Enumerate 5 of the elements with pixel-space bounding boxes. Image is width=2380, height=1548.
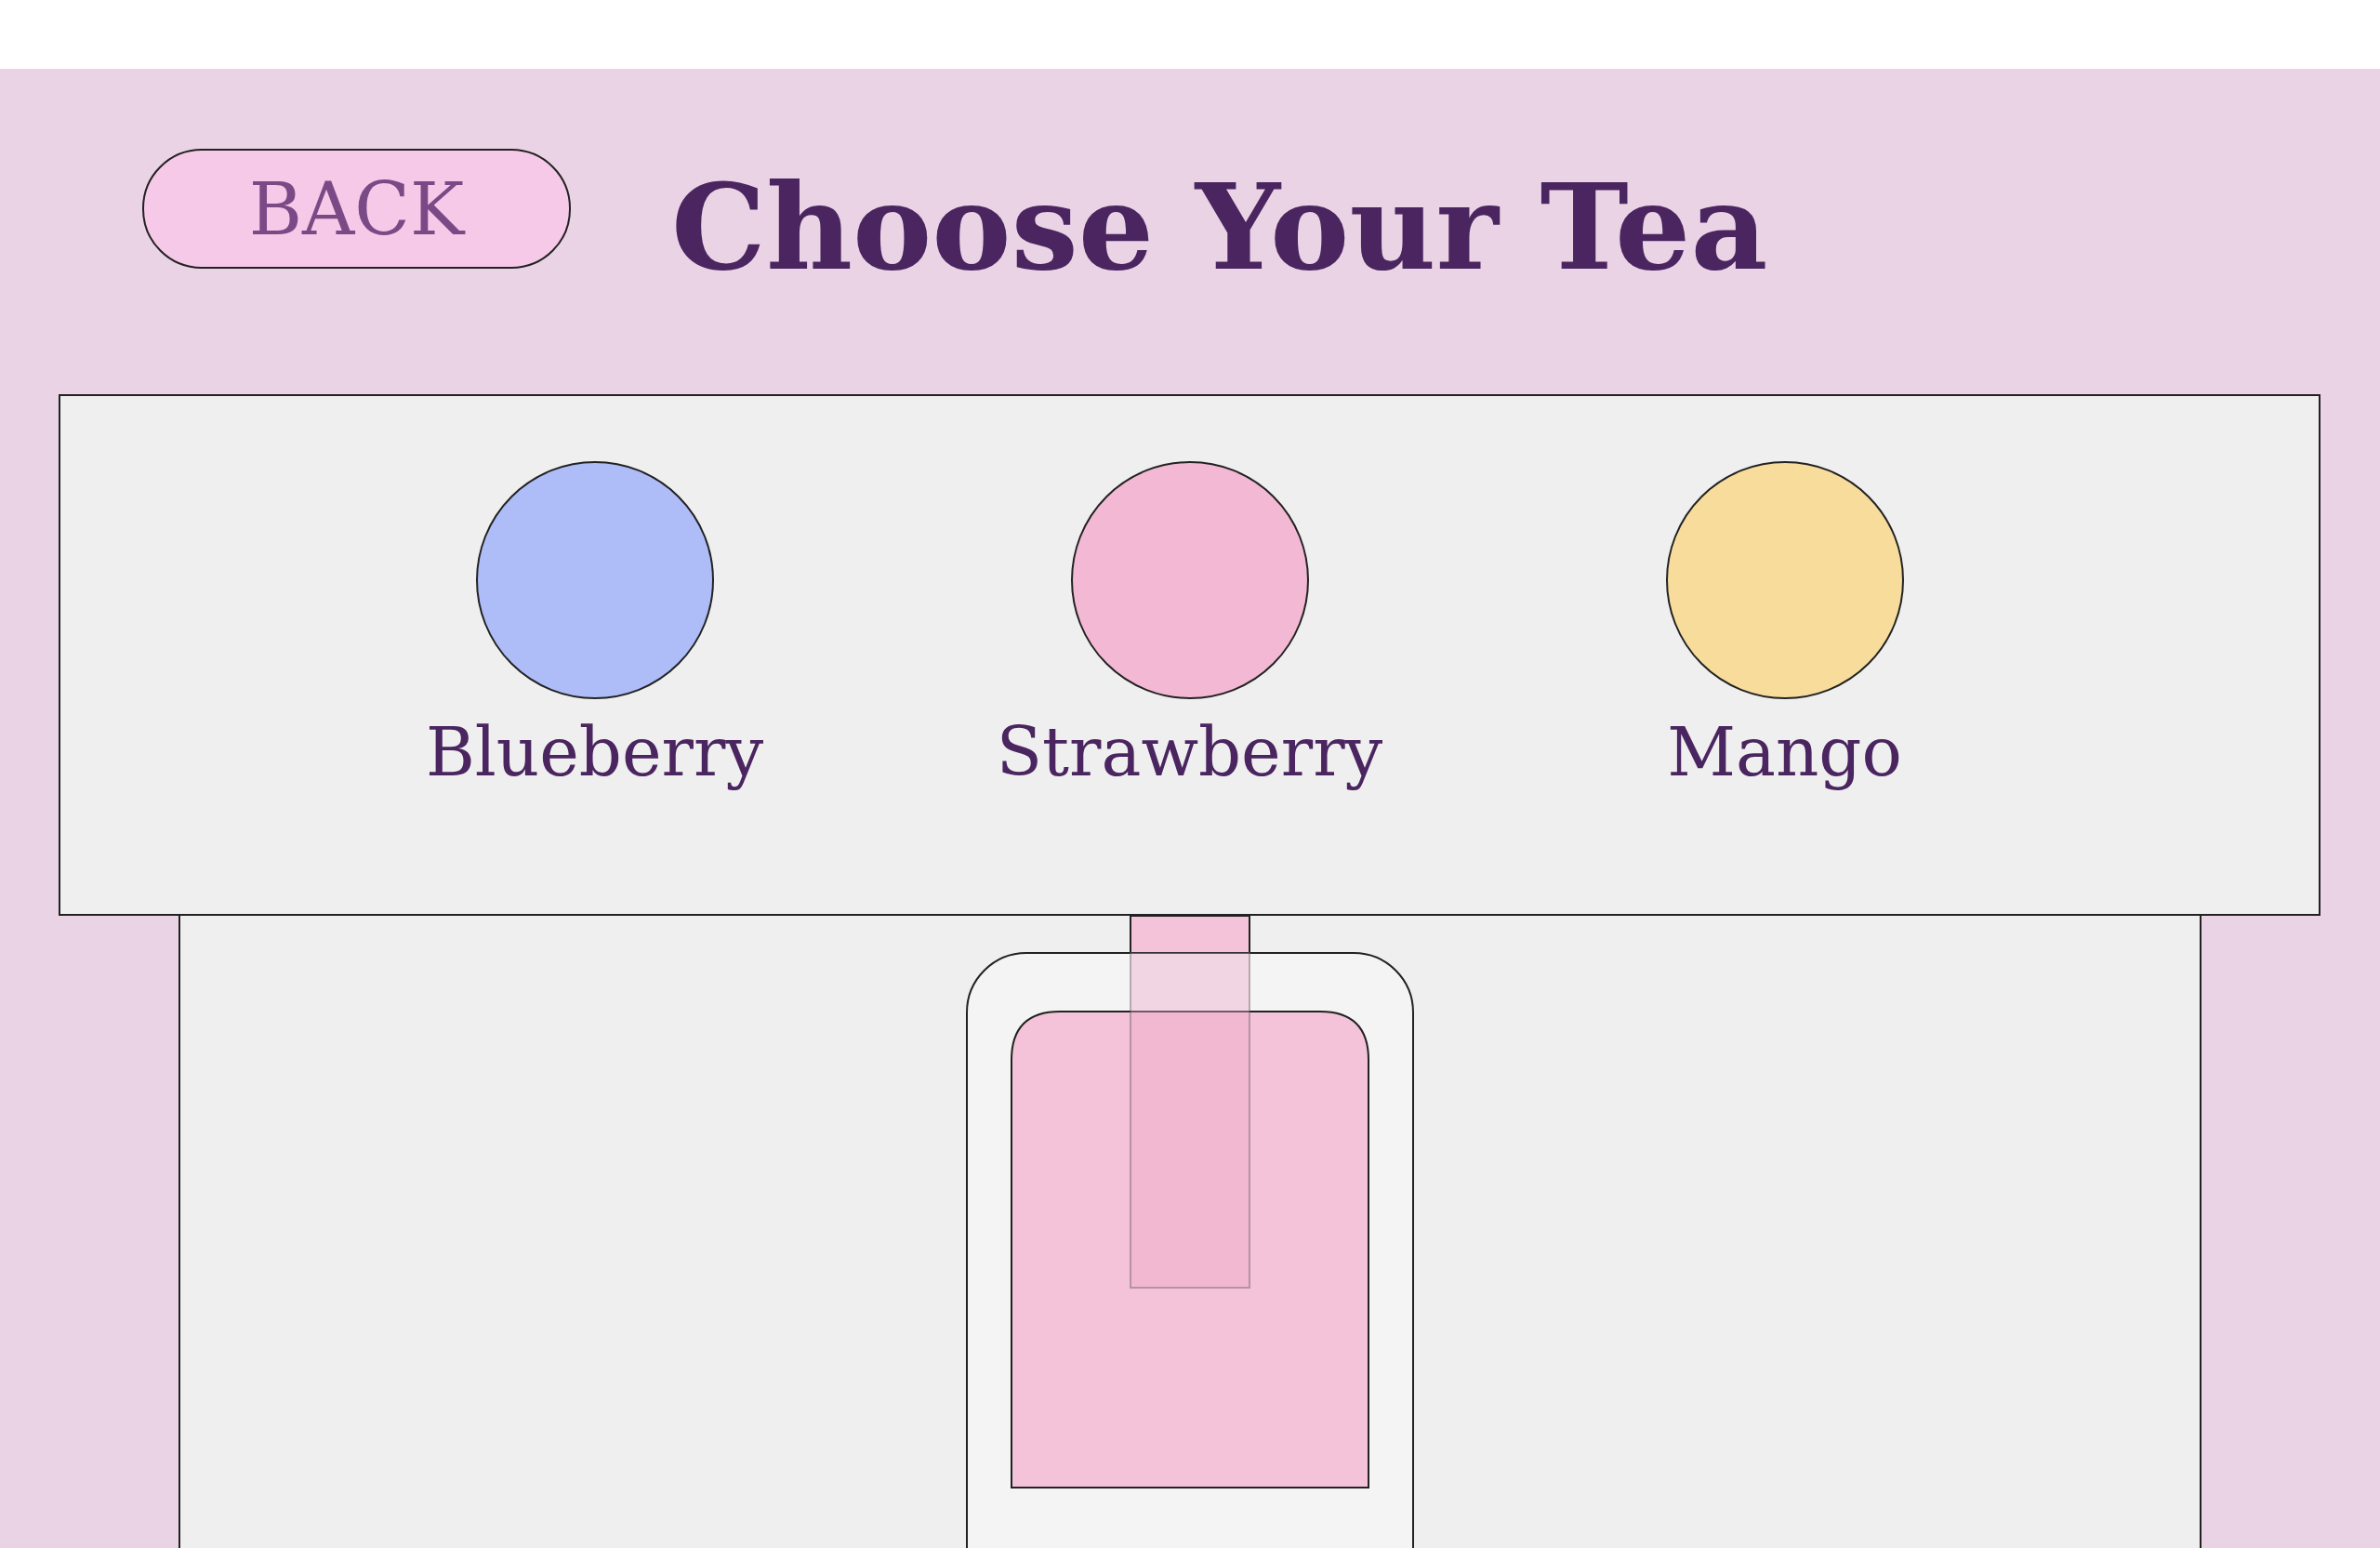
flavor-label: Strawberry (996, 716, 1383, 790)
page-title: Choose Your Tea (671, 156, 1768, 286)
back-button[interactable]: BACK (142, 149, 571, 269)
flavor-label: Mango (1667, 716, 1902, 790)
flavor-label: Blueberry (425, 716, 764, 790)
